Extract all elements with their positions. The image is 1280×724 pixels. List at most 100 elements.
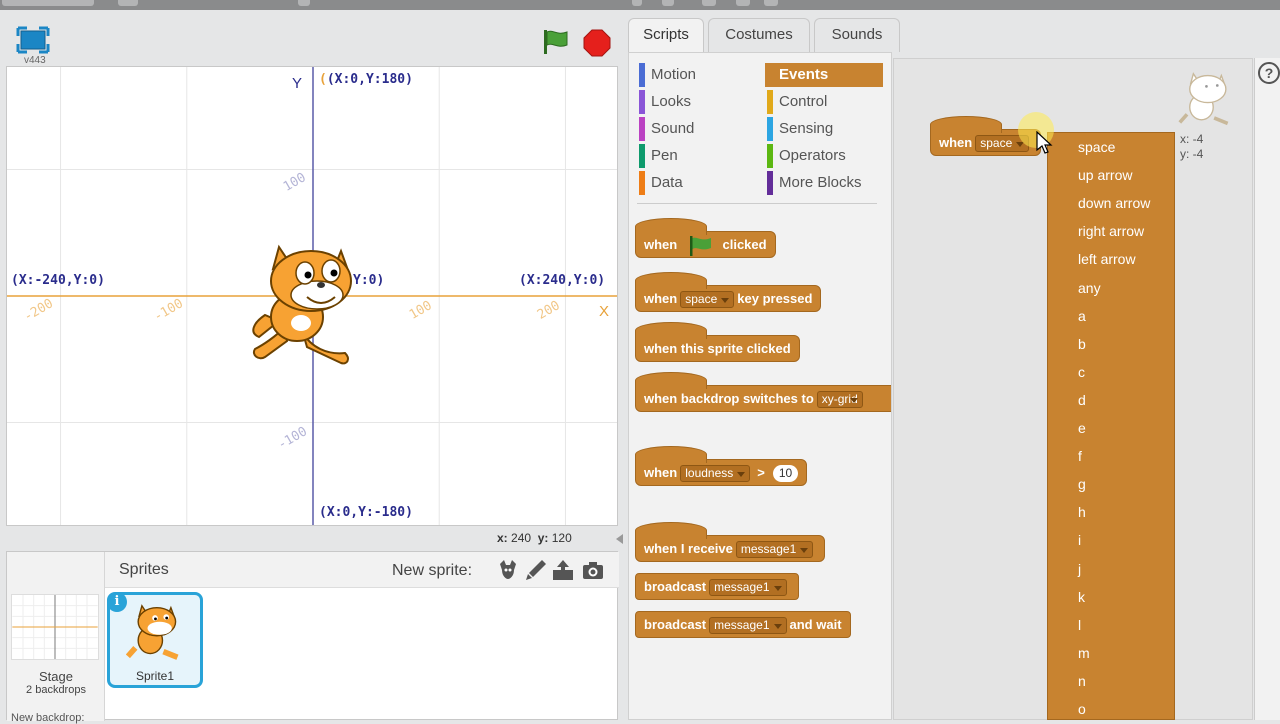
globe-icon[interactable] (118, 0, 138, 6)
category-color-swatch (639, 63, 645, 87)
new-backdrop-label: New backdrop: (11, 712, 85, 724)
dropdown-option[interactable]: m (1078, 641, 1090, 665)
scratch-logo[interactable] (2, 0, 94, 6)
fullscreen-icon[interactable] (16, 26, 50, 54)
new-sprite-label: New sprite: (392, 562, 473, 579)
category-more-blocks[interactable]: More Blocks (765, 171, 883, 195)
category-pen[interactable]: Pen (637, 144, 755, 168)
shrink-icon[interactable] (736, 0, 750, 6)
dropdown-option[interactable]: e (1078, 416, 1086, 440)
top-menu-bar (0, 0, 1280, 10)
delete-icon[interactable] (662, 0, 674, 6)
backdrop-dropdown[interactable]: xy-grid (816, 391, 863, 409)
block-when-backdrop-switches[interactable]: when backdrop switches to xy-grid (635, 372, 891, 412)
dropdown-option[interactable]: f (1078, 444, 1082, 468)
x-axis-label: X (599, 303, 610, 320)
dropdown-option[interactable]: l (1078, 613, 1081, 637)
category-data[interactable]: Data (637, 171, 755, 195)
stage-canvas[interactable]: Y ((X:0,Y:180) (X:0,Y:-180) (X:-240,Y:0)… (6, 66, 618, 526)
tab-sounds[interactable]: Sounds (814, 18, 900, 52)
block-when-loudness[interactable]: when loudness >10 (635, 446, 808, 486)
dropdown-option[interactable]: n (1078, 669, 1086, 693)
category-looks[interactable]: Looks (637, 90, 755, 114)
sprite-thumbnail-sprite1[interactable]: i Sprite1 (107, 592, 203, 688)
category-color-swatch (639, 90, 645, 114)
category-events[interactable]: Events (765, 63, 883, 87)
tab-scripts[interactable]: Scripts (628, 18, 704, 52)
stage-thumbnail[interactable] (11, 594, 99, 660)
camera-icon[interactable] (581, 558, 605, 582)
threshold-input[interactable]: 10 (772, 465, 799, 483)
block-when-flag-clicked[interactable]: when clicked (635, 218, 776, 258)
category-motion[interactable]: Motion (637, 63, 755, 87)
category-sound[interactable]: Sound (637, 117, 755, 141)
dropdown-option[interactable]: d (1078, 388, 1086, 412)
help-icon[interactable]: ? (1258, 62, 1280, 84)
dropdown-option[interactable]: up arrow (1078, 163, 1132, 187)
message-dropdown[interactable]: message1 (709, 579, 787, 597)
choose-sprite-library-icon[interactable] (496, 558, 520, 582)
dropdown-option[interactable]: b (1078, 332, 1086, 356)
dropdown-option[interactable]: j (1078, 557, 1081, 581)
category-sensing[interactable]: Sensing (765, 117, 883, 141)
category-color-swatch (767, 144, 773, 168)
key-dropdown[interactable]: space (680, 291, 735, 309)
sprites-title: Sprites (119, 561, 169, 578)
sprite-position-readout: x: -4 y: -4 (1180, 132, 1204, 161)
stage-selector[interactable]: Stage 2 backdrops New backdrop: (7, 552, 105, 724)
category-operators[interactable]: Operators (765, 144, 883, 168)
message-dropdown[interactable]: message1 (735, 541, 814, 559)
stage-label: Stage (39, 669, 73, 684)
help-tool-icon[interactable] (764, 0, 778, 6)
mouse-coordinates: x: 240 y: 120 (497, 531, 572, 545)
cat-sprite[interactable] (245, 237, 369, 369)
stop-icon[interactable] (583, 29, 611, 57)
block-broadcast[interactable]: broadcast message1 (635, 573, 799, 600)
category-color-swatch (639, 144, 645, 168)
version-label: v443 (24, 55, 46, 66)
dropdown-option[interactable]: i (1078, 528, 1081, 552)
coord-bottom: (X:0,Y:-180) (319, 505, 413, 520)
sprite-name: Sprite1 (135, 669, 175, 683)
block-when-i-receive[interactable]: when I receive message1 (635, 522, 826, 562)
help-sidebar: ? (1254, 58, 1280, 720)
block-palette: Motion Looks Sound Pen Data Events Contr… (628, 52, 892, 720)
script-when-key-pressed[interactable]: when space (930, 116, 1042, 156)
dropdown-option[interactable]: o (1078, 697, 1086, 719)
dropdown-option[interactable]: any (1078, 276, 1101, 300)
dropdown-option[interactable]: down arrow (1078, 191, 1150, 215)
dropdown-option[interactable]: g (1078, 472, 1086, 496)
info-icon[interactable]: i (107, 592, 127, 612)
duplicate-icon[interactable] (632, 0, 642, 6)
dropdown-option[interactable]: right arrow (1078, 219, 1144, 243)
block-when-key-pressed[interactable]: when space key pressed (635, 272, 822, 312)
paint-brush-icon[interactable] (524, 558, 548, 582)
category-divider (637, 203, 877, 204)
coord-top: ((X:0,Y:180) (319, 72, 413, 87)
green-flag-icon[interactable] (540, 28, 570, 56)
key-dropdown-open[interactable]: space (975, 135, 1030, 153)
coord-right: (X:240,Y:0) (519, 273, 606, 288)
grow-icon[interactable] (702, 0, 716, 6)
category-control[interactable]: Control (765, 90, 883, 114)
upload-icon[interactable] (551, 558, 575, 582)
collapse-arrow-icon[interactable] (613, 532, 627, 546)
sprite-preview (1178, 72, 1229, 126)
dropdown-option[interactable]: space (1078, 135, 1115, 159)
block-when-sprite-clicked[interactable]: when this sprite clicked (635, 322, 800, 362)
dropdown-option[interactable]: c (1078, 360, 1085, 384)
sprites-pane: Stage 2 backdrops New backdrop: Sprites … (6, 551, 619, 724)
dropdown-option[interactable]: a (1078, 304, 1086, 328)
backdrop-count: 2 backdrops (26, 684, 86, 696)
menu-item[interactable] (298, 0, 310, 6)
y-axis-label: Y (292, 75, 303, 92)
tab-costumes[interactable]: Costumes (708, 18, 810, 52)
category-color-swatch (639, 117, 645, 141)
block-broadcast-and-wait[interactable]: broadcast message1 and wait (635, 611, 851, 638)
dropdown-option[interactable]: k (1078, 585, 1085, 609)
sprites-header: Sprites New sprite: (105, 552, 619, 588)
dropdown-option[interactable]: h (1078, 500, 1086, 524)
message-dropdown[interactable]: message1 (709, 617, 787, 635)
sensor-dropdown[interactable]: loudness (680, 465, 751, 483)
dropdown-option[interactable]: left arrow (1078, 247, 1136, 271)
